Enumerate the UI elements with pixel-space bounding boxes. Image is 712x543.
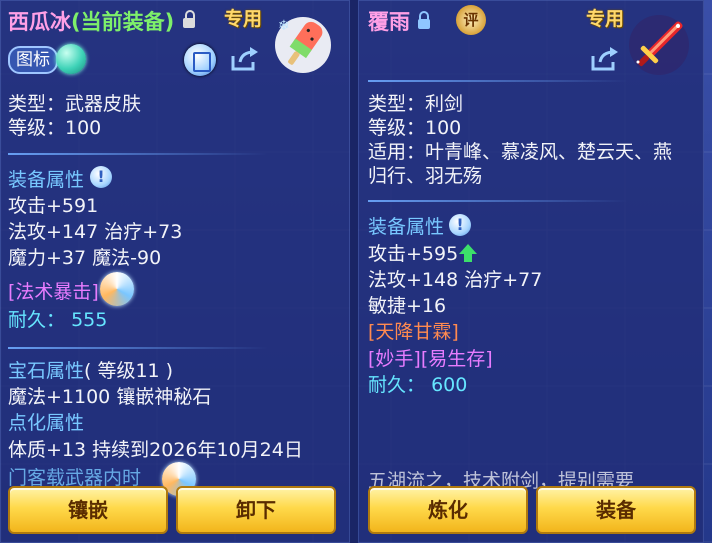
gem-line: 魔法+1100 镶嵌神秘石 [8,386,212,408]
character-card-icon[interactable] [184,44,216,76]
type-line: 类型：利剑 [368,93,464,115]
lock-icon[interactable] [418,11,430,29]
gem-attr-row: 宝石属性( 等级11 ) [8,358,173,384]
item-title: 西瓜冰(当前装备) [8,6,174,36]
share-icon[interactable] [590,46,620,72]
divider [8,153,268,155]
current-item-panel: 西瓜冰(当前装备) 专用 ❄ 图标 类型：武器皮肤 等级：100 装备属性 ! … [0,0,350,543]
compare-item-panel: 覆雨 评 专用 类型：利剑 等级：100 适用：叶青峰、慕凌风、楚云天、燕 归行… [358,0,704,543]
durability-value: 600 [431,374,468,396]
attr-attack: 攻击+595 [368,243,459,265]
divider [368,80,628,82]
icon-toggle-button[interactable]: 图标 [8,46,58,74]
special-skill: [法术暴击] [8,281,99,303]
type-line: 类型：武器皮肤 [8,93,142,115]
equip-attr-header: 装备属性 [8,169,85,191]
info-icon[interactable]: ! [90,166,112,188]
refine-header: 点化属性 [8,412,85,434]
gem-toggle-icon[interactable] [56,44,86,74]
attr-line: 敏捷+16 [368,295,447,317]
level-line: 等级：100 [8,117,102,139]
attr-line: 攻击+591 [8,195,99,217]
inlay-button[interactable]: 镶嵌 [8,486,168,534]
durability-value: 555 [71,309,108,331]
gem-header: 宝石属性 [8,360,85,382]
equip-button[interactable]: 装备 [536,486,696,534]
panel-separator [350,0,358,543]
lock-icon[interactable] [183,10,195,28]
gem-level: ( 等级11 ) [84,360,174,382]
exclusive-label: 专用 [224,8,263,30]
durability-line: 耐久： 555 [8,307,107,333]
divider [8,347,268,349]
fit-line: 归行、羽无殇 [368,165,483,187]
unequip-button[interactable]: 卸下 [176,486,336,534]
item-name: 覆雨 [368,10,410,34]
arrow-up-icon [459,244,477,262]
sword-item-icon[interactable] [626,12,692,78]
special-skill: [妙手][易生存] [368,348,493,370]
sparkle-icon: ❄ [278,18,290,34]
share-icon[interactable] [230,46,260,72]
item-name: 西瓜冰 [8,10,71,34]
refine-button[interactable]: 炼化 [368,486,528,534]
divider [368,200,628,202]
info-icon[interactable]: ! [449,214,471,236]
refine-line: 体质+13 持续到2026年10月24日 [8,439,303,461]
rating-badge[interactable]: 评 [456,5,486,35]
attr-line: 法攻+148 治疗+77 [368,269,543,291]
special-skill: [天降甘霖] [368,321,459,343]
durability-label: 耐久： [8,309,66,331]
durability-label: 耐久： [368,374,426,396]
durability-line: 耐久： 600 [368,372,467,398]
exclusive-label: 专用 [586,8,625,30]
attr-line: 魔力+37 魔法-90 [8,247,162,269]
attr-line: 法攻+147 治疗+73 [8,221,183,243]
equipped-tag: (当前装备) [71,10,175,34]
fit-line: 适用：叶青峰、慕凌风、楚云天、燕 [368,141,673,163]
level-line: 等级：100 [368,117,462,139]
skill-effect-icon[interactable] [100,272,134,306]
equip-attr-header: 装备属性 [368,216,445,238]
